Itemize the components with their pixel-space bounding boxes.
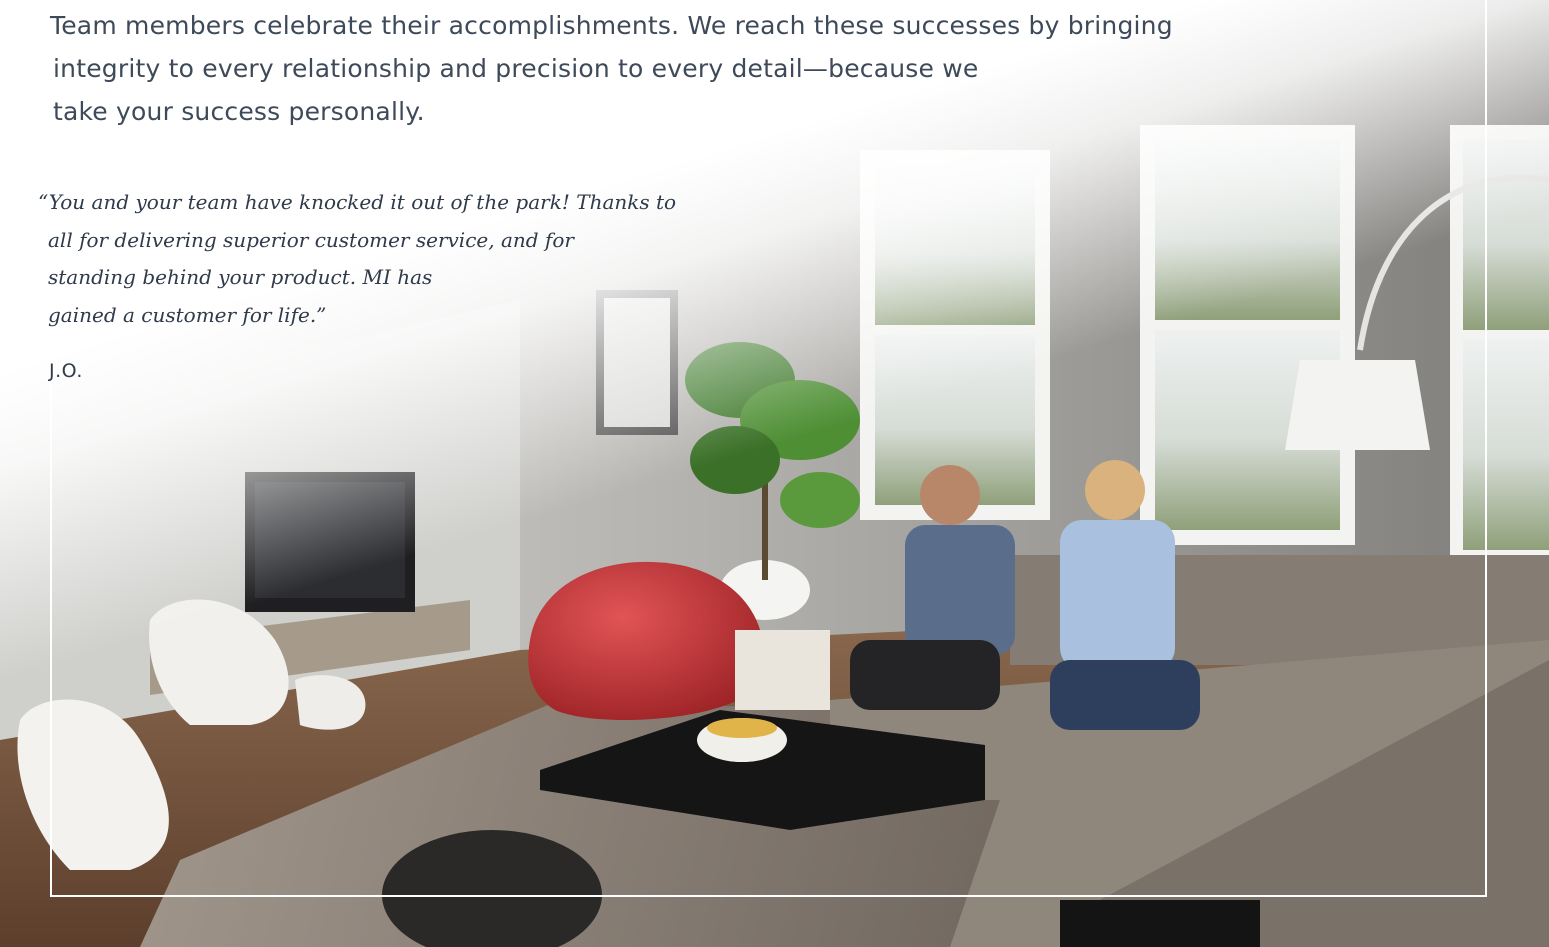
- quote-line: gained a customer for life.”: [48, 302, 327, 327]
- living-room-photo: [0, 0, 1549, 947]
- quote-line: “You and your team have knocked it out o…: [38, 190, 677, 214]
- intro-line: take your success personally.: [53, 97, 425, 126]
- intro-line: Team members celebrate their accomplishm…: [50, 11, 1173, 40]
- quote-line: standing behind your product. MI has: [48, 265, 433, 289]
- intro-line: integrity to every relationship and prec…: [53, 54, 979, 83]
- testimonial-quote: “You and your team have knocked it out o…: [38, 184, 677, 334]
- intro-paragraph: Team members celebrate their accomplishm…: [50, 4, 1210, 133]
- quote-line: all for delivering superior customer ser…: [48, 227, 574, 252]
- testimonial-author: J.O.: [49, 360, 83, 382]
- brochure-page: Team members celebrate their accomplishm…: [0, 0, 1549, 947]
